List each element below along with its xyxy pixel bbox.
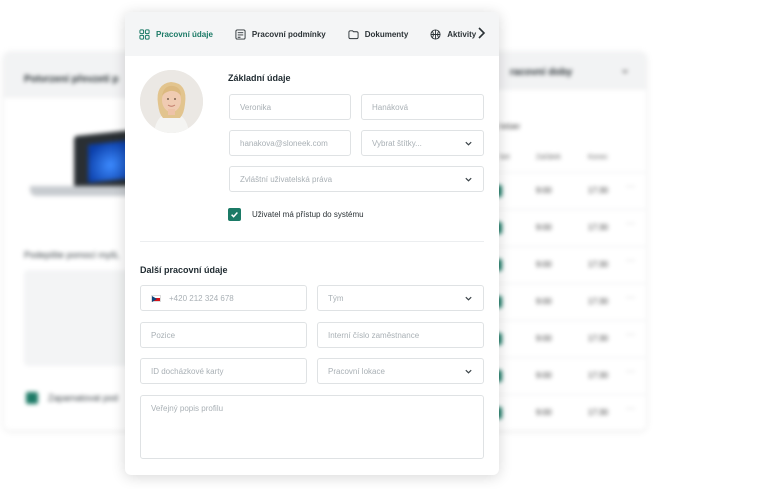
tab-documents[interactable]: Dokumenty	[348, 29, 408, 40]
remember-checkbox	[26, 392, 38, 404]
chevron-down-icon	[465, 296, 472, 301]
tags-select[interactable]: Vybrat štítky...	[361, 130, 484, 156]
end-time: 17:30	[588, 297, 609, 306]
more-icon: ···	[626, 329, 635, 339]
end-time: 17:30	[588, 334, 609, 343]
tab-activities[interactable]: Aktivity	[430, 28, 476, 40]
special-rights-select[interactable]: Zvláštní uživatelská práva	[229, 166, 484, 192]
grid-icon	[139, 28, 150, 40]
end-time: 17:30	[588, 260, 609, 269]
tab-bar: Pracovní údaje Pracovní podmínky Dokumen…	[125, 12, 499, 56]
system-access-label: Uživatel má přístup do systému	[252, 210, 364, 219]
employee-profile-card: Pracovní údaje Pracovní podmínky Dokumen…	[125, 12, 499, 475]
more-icon: ···	[626, 218, 635, 228]
start-time: 9:00	[536, 260, 552, 269]
chevron-right-icon[interactable]	[473, 25, 489, 41]
end-time: 17:30	[588, 186, 609, 195]
profile-description-textarea[interactable]: Veřejný popis profilu	[140, 395, 484, 459]
folder-icon	[348, 29, 359, 39]
start-time: 9:00	[536, 223, 552, 232]
avatar[interactable]	[140, 70, 203, 133]
more-icon: ···	[626, 403, 635, 413]
end-time: 17:30	[588, 408, 609, 417]
chevron-down-icon: ⌄	[619, 62, 630, 76]
team-select[interactable]: Tým	[317, 285, 484, 311]
work-info-title: Další pracovní údaje	[140, 265, 228, 275]
more-icon: ···	[626, 255, 635, 265]
last-name-field[interactable]: Hanáková	[361, 94, 484, 120]
czech-flag-icon	[151, 294, 161, 302]
basketball-icon	[430, 28, 441, 40]
start-time: 9:00	[536, 371, 552, 380]
email-field[interactable]: hanakova@sloneek.com	[229, 130, 351, 156]
attendance-card-field[interactable]: ID docházkové karty	[140, 358, 307, 384]
system-access-checkbox[interactable]	[228, 208, 241, 221]
more-icon: ···	[626, 181, 635, 191]
start-time: 9:00	[536, 334, 552, 343]
position-field[interactable]: Pozice	[140, 322, 307, 348]
tab-work-conditions[interactable]: Pracovní podmínky	[235, 28, 326, 40]
chevron-down-icon	[465, 141, 472, 146]
chevron-down-icon	[465, 369, 472, 374]
sign-instruction: Podepište pomocí myši,	[24, 250, 120, 260]
tab-work-details[interactable]: Pracovní údaje	[139, 28, 213, 40]
document-list-icon	[235, 28, 246, 40]
basic-info-title: Základní údaje	[228, 73, 291, 83]
phone-field[interactable]: +420 212 324 678	[140, 285, 307, 311]
more-icon: ···	[626, 366, 635, 376]
laptop-image	[30, 127, 154, 198]
start-time: 9:00	[536, 408, 552, 417]
profile-photo	[140, 70, 203, 133]
first-name-field[interactable]: Veronika	[229, 94, 351, 120]
employee-number-field[interactable]: Interní číslo zaměstnance	[317, 322, 484, 348]
more-icon: ···	[626, 292, 635, 302]
start-time: 9:00	[536, 186, 552, 195]
start-time: 9:00	[536, 297, 552, 306]
end-time: 17:30	[588, 223, 609, 232]
checkmark-icon	[231, 212, 238, 218]
chevron-down-icon	[465, 177, 472, 182]
section-divider	[140, 241, 484, 242]
end-time: 17:30	[588, 371, 609, 380]
remember-label: Zapamatovat pod	[48, 393, 119, 403]
work-location-select[interactable]: Pracovní lokace	[317, 358, 484, 384]
